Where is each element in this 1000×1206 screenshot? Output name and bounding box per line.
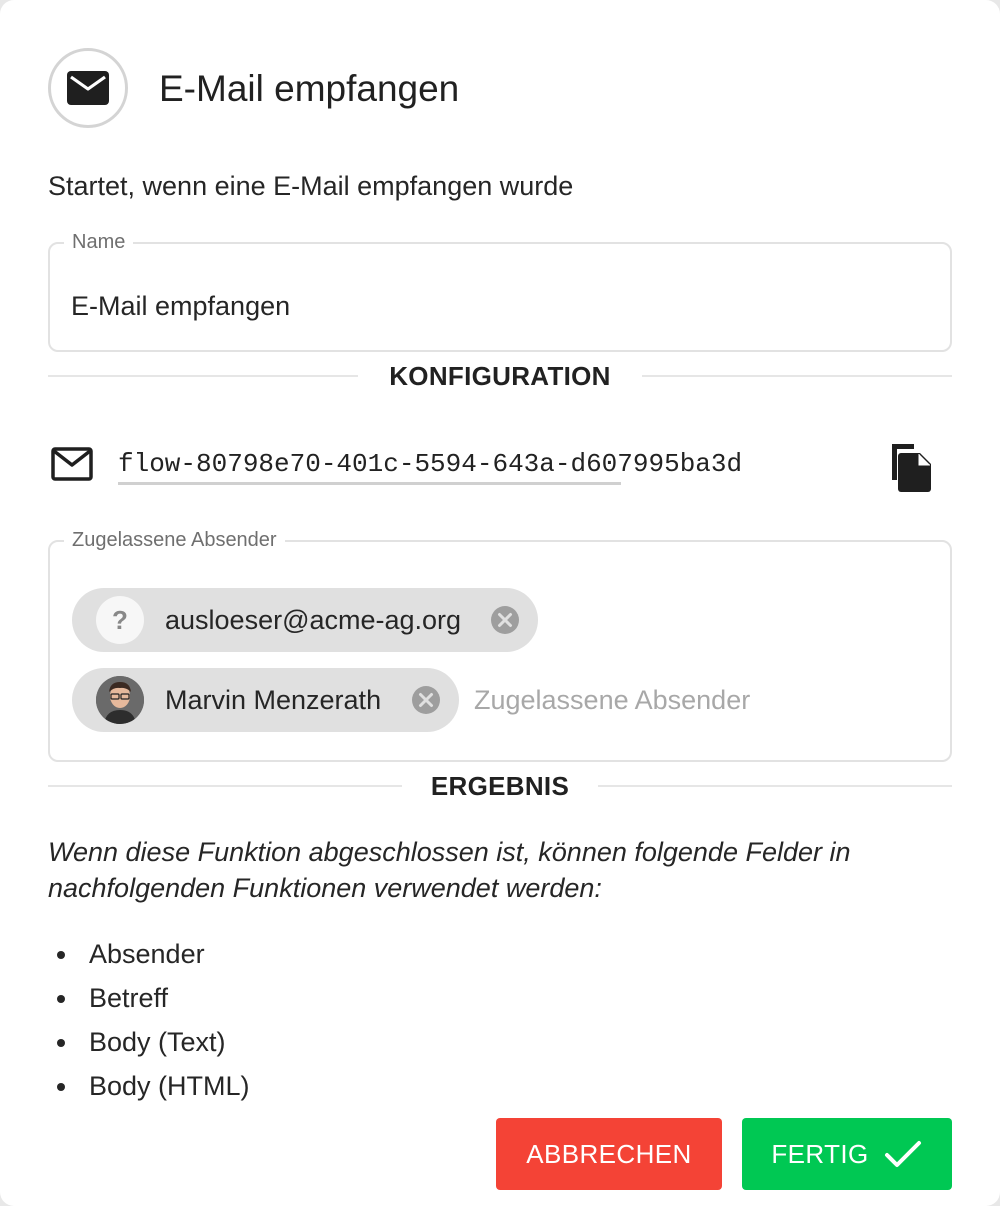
sender-chip-label: ausloeser@acme-ag.org	[165, 604, 462, 635]
list-item: Body (Text)	[48, 1020, 250, 1064]
dialog: E-Mail empfangen Startet, wenn eine E-Ma…	[0, 0, 1000, 1206]
cancel-button[interactable]: ABBRECHEN	[496, 1118, 722, 1190]
name-field-value[interactable]: E-Mail empfangen	[71, 288, 290, 324]
section-result-label: ERGEBNIS	[430, 771, 570, 801]
result-field-list: Absender Betreff Body (Text) Body (HTML)	[48, 932, 250, 1108]
remove-chip-icon[interactable]	[490, 605, 520, 635]
allowed-senders-legend: Zugelassene Absender	[64, 526, 285, 554]
section-result: ERGEBNIS	[48, 766, 952, 806]
user-photo-icon	[96, 676, 144, 724]
checkmark-icon	[884, 1141, 921, 1167]
sender-chip[interactable]: Marvin Menzerath	[72, 668, 459, 732]
result-description: Wenn diese Funktion abgeschlossen ist, k…	[48, 837, 851, 903]
dialog-subtitle: Startet, wenn eine E-Mail empfangen wurd…	[48, 171, 574, 201]
mail-outline-icon	[51, 447, 93, 481]
list-item: Betreff	[48, 976, 250, 1020]
mail-icon	[67, 71, 109, 105]
mail-icon-badge	[48, 48, 128, 128]
list-item: Absender	[48, 932, 250, 976]
allowed-senders-field[interactable]: Zugelassene Absender ? ausloeser@acme-ag…	[48, 526, 952, 762]
section-configuration-label: KONFIGURATION	[389, 361, 611, 391]
name-field-legend: Name	[64, 228, 134, 256]
copy-icon[interactable]	[888, 440, 934, 492]
list-item: Body (HTML)	[48, 1064, 250, 1108]
flow-email-address[interactable]: flow-80798e70-401c-5594-643a-d607995ba3d	[118, 446, 832, 482]
done-button[interactable]: FERTIG	[742, 1118, 952, 1190]
name-field[interactable]: Name E-Mail empfangen	[48, 228, 952, 352]
dialog-title: E-Mail empfangen	[159, 68, 460, 109]
remove-chip-icon[interactable]	[411, 685, 441, 715]
section-configuration: KONFIGURATION	[48, 356, 952, 396]
address-underline	[118, 482, 621, 485]
unknown-avatar-icon: ?	[96, 596, 144, 644]
sender-chip-label: Marvin Menzerath	[165, 684, 382, 715]
allowed-senders-input[interactable]	[474, 680, 934, 720]
done-button-label: FERTIG	[771, 1138, 869, 1169]
sender-chip[interactable]: ? ausloeser@acme-ag.org	[72, 588, 538, 652]
cancel-button-label: ABBRECHEN	[526, 1138, 692, 1169]
avatar	[96, 676, 144, 724]
